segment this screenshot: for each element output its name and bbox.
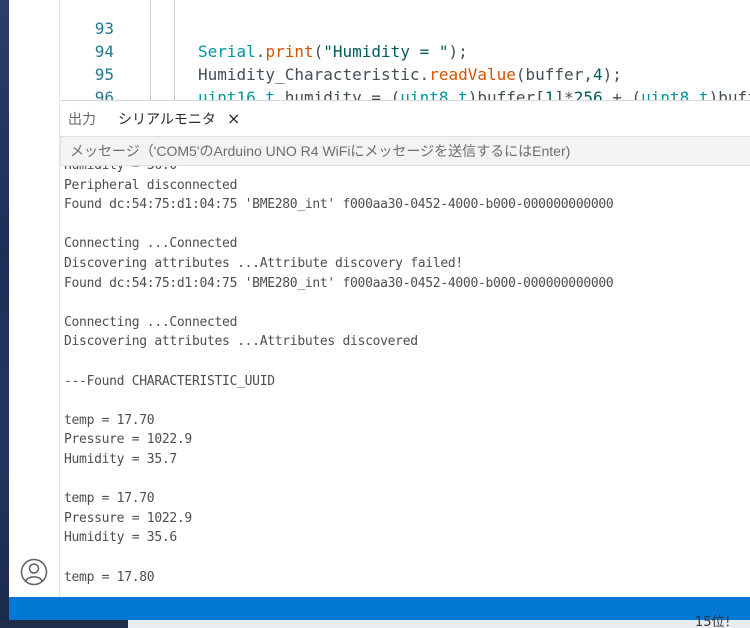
- serial-line: temp = 17.70: [64, 491, 155, 507]
- serial-line: temp = 17.70: [64, 412, 155, 428]
- code-editor[interactable]: 93 Serial.print("Humidity = "); 94 Humid…: [60, 0, 750, 100]
- serial-line: Humidity = 35.6: [64, 530, 177, 546]
- serial-line: ---Found CHARACTERISTIC_UUID: [64, 373, 275, 389]
- code-line-96: 96 Serial.println((humidity / 10.0),1);: [60, 63, 750, 100]
- serial-message-input[interactable]: [60, 136, 750, 166]
- serial-line: Discovering attributes ...Attributes dis…: [64, 334, 418, 350]
- serial-line: temp = 17.80: [64, 569, 155, 584]
- tab-serial-monitor[interactable]: シリアルモニタ: [118, 109, 216, 129]
- serial-line: Humidity = 35.7: [64, 452, 177, 467]
- status-bar: [9, 597, 750, 620]
- serial-line: Peripheral disconnected: [64, 177, 238, 193]
- serial-line: Connecting ...Connected: [64, 236, 238, 252]
- code-line-93: 93 Serial.print("Humidity = ");: [60, 0, 750, 61]
- close-icon[interactable]: ×: [227, 109, 240, 128]
- account-icon[interactable]: [19, 557, 49, 587]
- serial-output[interactable]: Humidity = 36.0 Peripheral disconnected Fo…: [60, 166, 750, 584]
- taskbar-text: 15位！: [695, 615, 738, 628]
- serial-line: Humidity = 36.0: [64, 166, 177, 175]
- code-line-95: 95 uint16_t humidity = (uint8_t)buffer[1…: [60, 40, 750, 100]
- serial-line: Found dc:54:75:d1:04:75 'BME280_int' f00…: [64, 197, 614, 213]
- serial-line: Pressure = 1022.9: [64, 432, 192, 448]
- code-line-94: 94 Humidity_Characteristic.readValue(buf…: [60, 17, 750, 84]
- activity-bar: [9, 0, 60, 597]
- serial-line: Found dc:54:75:d1:04:75 'BME280_int' f00…: [64, 275, 614, 291]
- taskbar-dark-section: [0, 620, 128, 628]
- serial-line: Discovering attributes ...Attribute disc…: [64, 256, 463, 271]
- serial-line: Pressure = 1022.9: [64, 510, 192, 526]
- code-line-97: 97 }: [60, 86, 750, 100]
- panel-tabs: 出力 シリアルモニタ ×: [60, 100, 750, 136]
- serial-line: Connecting ...Connected: [64, 314, 238, 330]
- serial-output-bottom: [60, 584, 750, 597]
- desktop-background: [0, 0, 9, 628]
- tab-output[interactable]: 出力: [68, 109, 96, 129]
